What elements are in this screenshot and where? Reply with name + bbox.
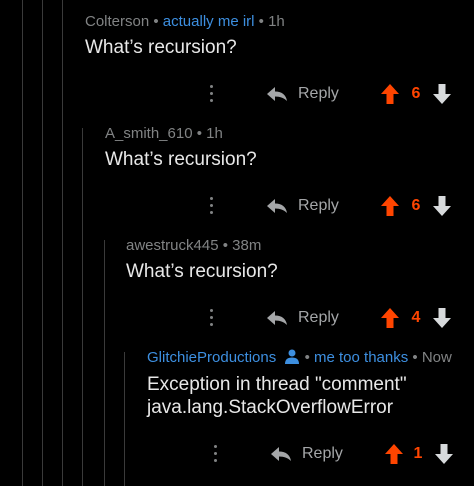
comment-body-line: java.lang.StackOverflowError (147, 397, 394, 418)
more-vertical-icon[interactable] (208, 308, 214, 328)
reply-arrow-icon (271, 447, 291, 461)
comment-actions: Reply 6 (0, 82, 474, 106)
vote-score: 4 (411, 309, 421, 326)
downvote-arrow-icon[interactable] (434, 443, 454, 465)
comment-meta: awestruck445 • 38m (126, 237, 261, 254)
thread-line-2[interactable] (42, 0, 43, 486)
comment-meta: Colterson • actually me irl • 1h (85, 13, 285, 30)
thread-line-1[interactable] (22, 0, 23, 486)
comment-meta: GlitchieProductions • me too thanks • No… (147, 349, 452, 366)
user-flair: me too thanks (314, 349, 409, 366)
more-vertical-icon[interactable] (212, 444, 218, 464)
comment-body: What’s recursion? (85, 36, 237, 59)
separator: • (153, 13, 163, 30)
user-profile-icon (285, 349, 300, 364)
comment-time: 1h (268, 13, 285, 30)
separator: • (258, 13, 269, 30)
reply-button[interactable]: Reply (266, 306, 339, 330)
separator: • (222, 237, 233, 254)
comment-author[interactable]: Colterson (85, 13, 149, 30)
reply-button[interactable]: Reply (266, 82, 339, 106)
downvote-arrow-icon[interactable] (432, 83, 452, 105)
reply-arrow-icon (267, 311, 287, 325)
reply-arrow-icon (267, 87, 287, 101)
reply-label: Reply (298, 197, 339, 214)
separator: • (304, 349, 314, 366)
comment-body-line: Exception in thread "comment" (147, 374, 407, 395)
upvote-arrow-icon[interactable] (384, 443, 404, 465)
reply-label: Reply (298, 85, 339, 102)
comment-author[interactable]: awestruck445 (126, 237, 219, 254)
comment-body: Exception in thread "comment" java.lang.… (147, 373, 407, 419)
reply-label: Reply (302, 445, 343, 462)
vote-score: 6 (411, 85, 421, 102)
more-vertical-icon[interactable] (208, 84, 214, 104)
comment-author[interactable]: GlitchieProductions (147, 349, 276, 366)
comment-actions: Reply 6 (0, 194, 474, 218)
vote-score: 1 (413, 445, 423, 462)
comment-time: 38m (232, 237, 262, 254)
reply-button[interactable]: Reply (266, 194, 339, 218)
user-flair: actually me irl (162, 13, 255, 30)
separator: • (412, 349, 422, 366)
separator: • (196, 125, 207, 142)
comment-actions: Reply 1 (0, 442, 474, 466)
comment-body: What’s recursion? (105, 148, 257, 171)
upvote-arrow-icon[interactable] (380, 195, 400, 217)
vote-score: 6 (411, 197, 421, 214)
comment-meta: A_smith_610 • 1h (105, 125, 223, 142)
comment-time: Now (421, 349, 452, 366)
upvote-arrow-icon[interactable] (380, 307, 400, 329)
reply-button[interactable]: Reply (270, 442, 343, 466)
comment-actions: Reply 4 (0, 306, 474, 330)
comment-body: What’s recursion? (126, 260, 278, 283)
reply-arrow-icon (267, 199, 287, 213)
reply-label: Reply (298, 309, 339, 326)
comment-body-line: What’s recursion? (105, 149, 257, 170)
comment-body-line: What’s recursion? (85, 37, 237, 58)
more-vertical-icon[interactable] (208, 196, 214, 216)
downvote-arrow-icon[interactable] (432, 195, 452, 217)
comment-author[interactable]: A_smith_610 (105, 125, 193, 142)
upvote-arrow-icon[interactable] (380, 83, 400, 105)
thread-line-3[interactable] (62, 0, 63, 486)
comment-body-line: What’s recursion? (126, 261, 278, 282)
comment-time: 1h (206, 125, 223, 142)
downvote-arrow-icon[interactable] (432, 307, 452, 329)
